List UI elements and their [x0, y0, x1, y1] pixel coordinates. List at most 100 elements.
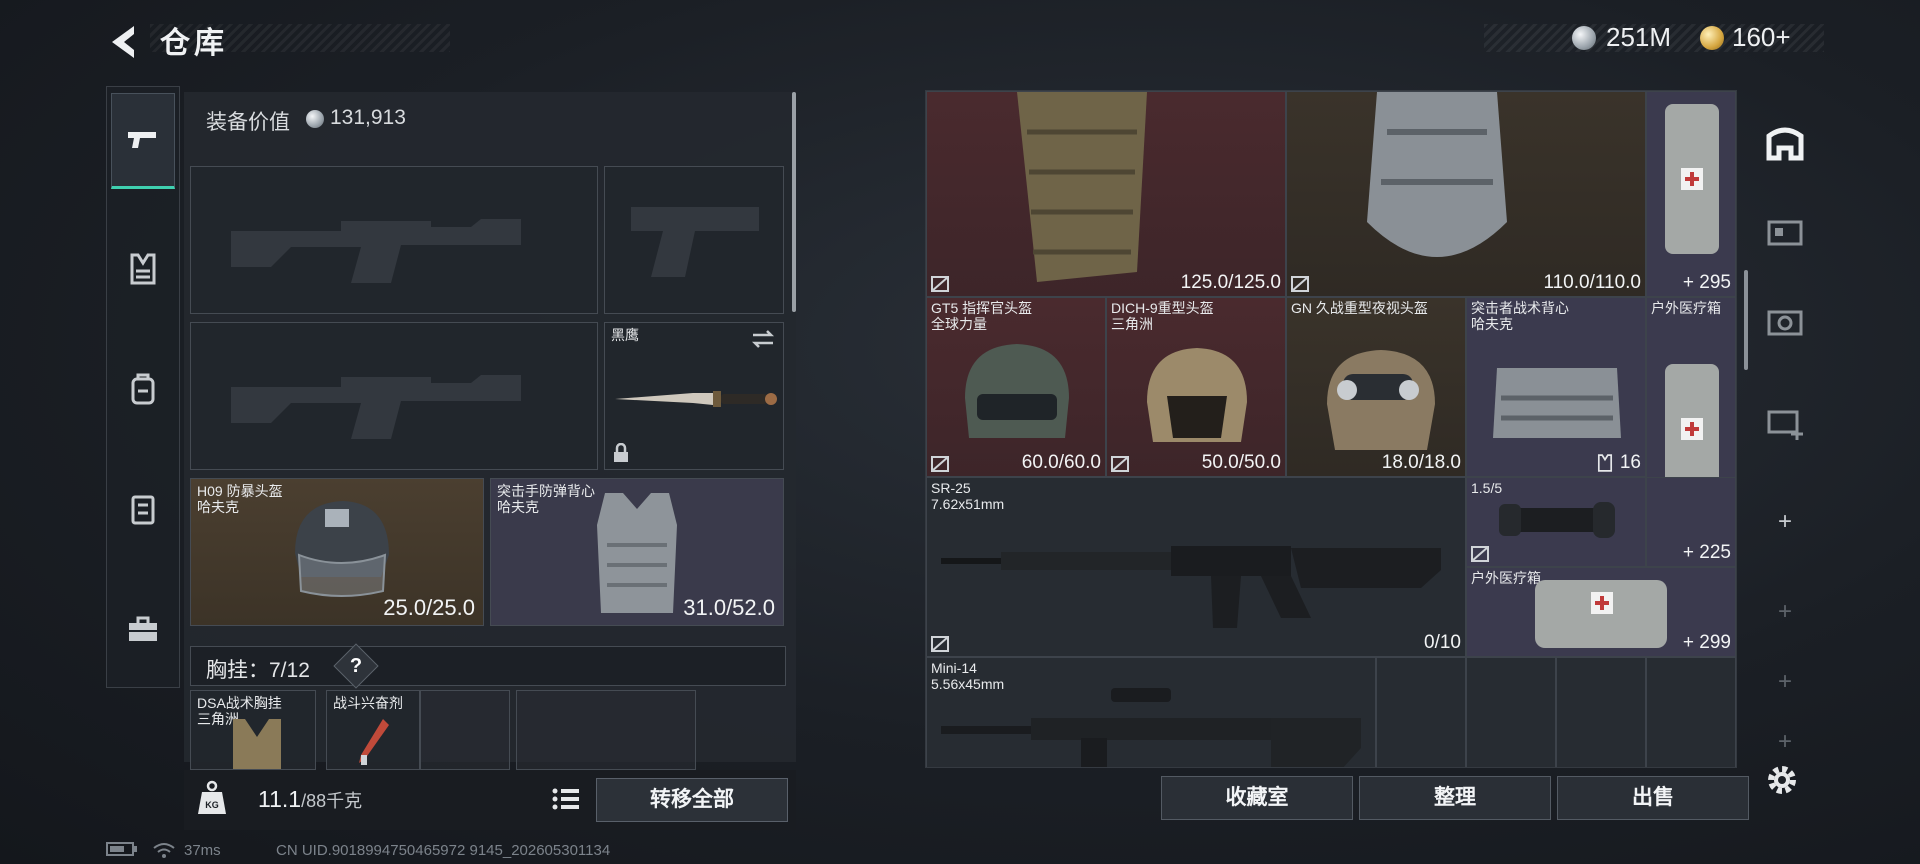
- item-durability: 125.0/125.0: [1180, 272, 1281, 293]
- help-icon[interactable]: ?: [340, 650, 372, 682]
- armor-map: 哈夫克: [497, 499, 539, 515]
- svg-text:KG: KG: [205, 800, 219, 810]
- plus-icon[interactable]: +: [1758, 582, 1812, 642]
- home-icon: [1766, 127, 1804, 161]
- rig-icon: [130, 253, 156, 285]
- secondary-weapon-slot[interactable]: [190, 322, 598, 470]
- gold-coin-icon: [1700, 26, 1724, 50]
- rig-empty-slot[interactable]: [420, 690, 510, 770]
- stash-tab-main[interactable]: [1758, 112, 1812, 172]
- backpack-icon: [131, 373, 155, 405]
- scope-image: [1499, 502, 1615, 538]
- stash-item-medkit[interactable]: 户外医疗箱 + 299: [1466, 567, 1736, 657]
- helmet-image: [1147, 348, 1247, 442]
- stash-tabs-rail: + + + +: [1758, 92, 1812, 812]
- armor-slot[interactable]: 突击手防弹背心 哈夫克 31.0/52.0: [490, 478, 784, 626]
- stash-empty-cell[interactable]: [1646, 657, 1736, 767]
- unsearched-icon: [1111, 456, 1129, 472]
- item-name: SR-25: [931, 480, 971, 496]
- stash-item-sr25[interactable]: SR-25 7.62x51mm 0/10: [926, 477, 1466, 657]
- storage-icon: [1767, 220, 1803, 246]
- rail-weapons[interactable]: [111, 93, 175, 189]
- pistol-slot[interactable]: [604, 166, 784, 314]
- rig-item-slot[interactable]: DSA战术胸挂 三角洲: [190, 690, 316, 770]
- item-name: DICH-9重型头盔: [1111, 300, 1214, 316]
- stash-item-scope-value[interactable]: + 225: [1646, 477, 1736, 567]
- loadout-scrollbar[interactable]: [792, 92, 796, 312]
- lock-icon: [614, 443, 628, 462]
- rig-empty-slot[interactable]: [516, 690, 696, 770]
- item-capacity: 16: [1619, 452, 1641, 473]
- item-ammo: 0/10: [1424, 632, 1461, 653]
- rig-item-name: DSA战术胸挂: [197, 695, 282, 711]
- stash-item-medkit[interactable]: + 295: [1646, 91, 1736, 297]
- night-vision-helmet-image: [1327, 350, 1435, 450]
- rifle-silhouette-icon: [231, 375, 521, 439]
- plus-icon[interactable]: +: [1758, 652, 1812, 712]
- stash-empty-cell[interactable]: [1376, 657, 1466, 767]
- item-durability: 110.0/110.0: [1543, 272, 1641, 293]
- item-map: 哈夫克: [1471, 316, 1513, 332]
- page-title: 仓库: [160, 27, 228, 60]
- stash-item-vest[interactable]: 125.0/125.0: [926, 91, 1286, 297]
- gear-icon[interactable]: [1762, 760, 1802, 800]
- sell-button[interactable]: 出售: [1557, 776, 1749, 820]
- stash-item-vest[interactable]: 110.0/110.0: [1286, 91, 1646, 297]
- helmet-slot[interactable]: H09 防暴头盔 哈夫克 25.0/25.0: [190, 478, 484, 626]
- medkit-image: [1665, 104, 1719, 254]
- battery-icon: [106, 842, 137, 856]
- helmet-name: H09 防暴头盔: [197, 483, 283, 499]
- stash-item-helmet[interactable]: GT5 指挥官头盔 全球力量 60.0/60.0: [926, 297, 1106, 477]
- item-durability: 18.0/18.0: [1381, 452, 1461, 473]
- stash-item-helmet[interactable]: DICH-9重型头盔 三角洲 50.0/50.0: [1106, 297, 1286, 477]
- stash-tab-4[interactable]: [1758, 392, 1812, 452]
- item-caliber: 7.62x51mm: [931, 496, 1005, 512]
- rail-rig[interactable]: [111, 221, 175, 317]
- transfer-all-button[interactable]: 转移全部: [596, 778, 788, 822]
- item-uses: + 299: [1682, 632, 1731, 653]
- medkit-image: [1535, 580, 1667, 648]
- toolbox-icon: [129, 616, 157, 641]
- stash-empty-cell[interactable]: [1556, 657, 1646, 767]
- helmet-durability: 25.0/25.0: [383, 595, 475, 620]
- melee-slot[interactable]: 黑鹰: [604, 322, 784, 470]
- stash-tab-3[interactable]: [1758, 292, 1812, 352]
- swap-icon[interactable]: [751, 329, 775, 349]
- unsearched-icon: [931, 636, 949, 652]
- tactical-vest-image: [1367, 92, 1507, 257]
- armor-vest-image: [597, 493, 677, 613]
- armor-durability: 31.0/52.0: [683, 595, 775, 620]
- plus-icon[interactable]: +: [1758, 492, 1812, 552]
- syringe-image: [359, 719, 389, 765]
- item-durability: 60.0/60.0: [1021, 452, 1101, 473]
- stash-tab-2[interactable]: [1758, 202, 1812, 262]
- pistol-icon: [128, 132, 156, 148]
- stash-item-vest[interactable]: 突击者战术背心 哈夫克 16: [1466, 297, 1646, 477]
- list-icon[interactable]: [550, 784, 582, 814]
- primary-weapon-slot[interactable]: [190, 166, 598, 314]
- back-arrow-icon[interactable]: [104, 20, 148, 64]
- item-durability: 50.0/50.0: [1201, 452, 1281, 473]
- helmet-map: 哈夫克: [197, 499, 239, 515]
- gold-balance[interactable]: 160+: [1732, 22, 1791, 53]
- sort-button[interactable]: 整理: [1359, 776, 1551, 820]
- weight-icon: KG: [198, 780, 226, 814]
- item-uses: + 225: [1682, 542, 1731, 563]
- rifle-silhouette-icon: [231, 219, 521, 283]
- stash-item-scope[interactable]: 1.5/5: [1466, 477, 1646, 567]
- rail-case[interactable]: [111, 461, 175, 557]
- rail-backpack[interactable]: [111, 341, 175, 437]
- rig-item-slot[interactable]: 战斗兴奋剂: [326, 690, 420, 770]
- stash-empty-cell[interactable]: [1466, 657, 1556, 767]
- rig-item-name: 战斗兴奋剂: [333, 695, 403, 711]
- item-name: GN 久战重型夜视头盔: [1291, 300, 1428, 316]
- stash-item-mini14[interactable]: Mini-14 5.56x45mm: [926, 657, 1376, 767]
- stash-scrollbar[interactable]: [1744, 270, 1748, 370]
- case-icon: [131, 495, 155, 525]
- rail-toolbox[interactable]: [111, 581, 175, 677]
- collection-room-button[interactable]: 收藏室: [1161, 776, 1353, 820]
- chest-rig-capacity: 胸挂：7/12: [206, 659, 310, 682]
- loadout-category-rail: [106, 86, 180, 688]
- tactical-vest-image: [1493, 368, 1621, 438]
- stash-item-helmet[interactable]: GN 久战重型夜视头盔 18.0/18.0: [1286, 297, 1466, 477]
